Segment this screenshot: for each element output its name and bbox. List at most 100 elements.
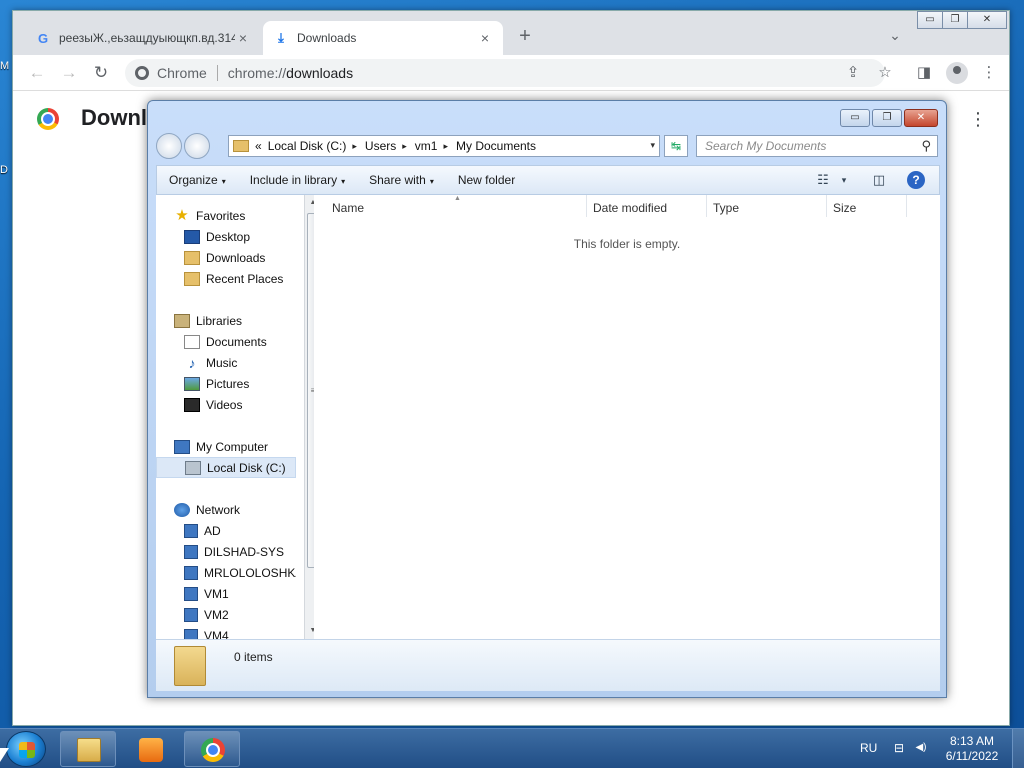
show-desktop-button[interactable] [1012, 729, 1024, 768]
scrollbar-thumb[interactable]: ≡ [307, 213, 314, 568]
breadcrumb-local-disk[interactable]: Local Disk (C:) [268, 139, 347, 153]
tab-search-icon[interactable]: ⌄ [885, 27, 905, 47]
close-button[interactable]: ✕ [967, 11, 1007, 29]
nav-item-documents[interactable]: Documents [156, 331, 296, 352]
column-divider[interactable] [826, 195, 827, 217]
column-divider[interactable] [586, 195, 587, 217]
taskbar-explorer-button[interactable] [60, 731, 116, 767]
share-with-button[interactable]: Share with ▾ [357, 173, 446, 187]
column-divider[interactable] [706, 195, 707, 217]
nav-item-network-computer[interactable]: MRLOLOLOSHKA [156, 562, 296, 583]
nav-favorites[interactable]: ★ Favorites [156, 205, 296, 226]
network-computer-icon [184, 607, 198, 622]
taskbar-media-player-button[interactable] [122, 731, 178, 767]
nav-item-recent-places[interactable]: Recent Places [156, 268, 296, 289]
address-dropdown-icon[interactable]: ▾ [650, 140, 655, 151]
help-icon[interactable]: ? [907, 171, 925, 189]
refresh-button[interactable]: ↹ [664, 135, 688, 157]
folder-icon [174, 646, 206, 686]
close-button[interactable]: ✕ [904, 109, 938, 127]
nav-item-network-computer[interactable]: VM2 [156, 604, 296, 625]
back-icon[interactable]: ← [25, 61, 49, 85]
column-divider[interactable] [906, 195, 907, 217]
chrome-tab-downloads[interactable]: ⤓ Downloads × [263, 21, 503, 55]
nav-label: Local Disk (C:) [207, 460, 286, 475]
forward-icon[interactable]: → [57, 61, 81, 85]
nav-network[interactable]: Network [156, 499, 296, 520]
nav-label: VM1 [204, 586, 229, 601]
nav-item-videos[interactable]: Videos [156, 394, 296, 415]
new-folder-button[interactable]: New folder [446, 173, 527, 187]
taskbar-chrome-button[interactable] [184, 731, 240, 767]
documents-icon [184, 334, 200, 349]
column-type[interactable]: Type [713, 201, 739, 215]
reload-icon[interactable]: ↻ [89, 61, 113, 85]
share-icon[interactable]: ⇪ [843, 63, 863, 83]
search-input[interactable]: Search My Documents ⚲ [696, 135, 938, 157]
tab-close-icon[interactable]: × [477, 30, 493, 46]
network-computer-icon [184, 544, 198, 559]
system-clock[interactable]: 8:13 AM 6/11/2022 [940, 734, 1004, 764]
google-icon: G [37, 30, 49, 46]
breadcrumb-overflow[interactable]: « [255, 139, 262, 153]
include-in-library-button[interactable]: Include in library ▾ [238, 173, 357, 187]
column-size[interactable]: Size [833, 201, 856, 215]
scroll-up-icon[interactable]: ▲ [305, 195, 314, 211]
scroll-down-icon[interactable]: ▼ [305, 623, 314, 639]
minimize-button[interactable]: ▭ [840, 109, 870, 127]
nav-item-network-computer[interactable]: AD [156, 520, 296, 541]
breadcrumb-my-documents[interactable]: My Documents [456, 139, 536, 153]
chrome-tab-search[interactable]: G реезыЖ.,еьзащдуыющкп.вд.314 × [25, 21, 261, 55]
new-tab-button[interactable]: + [513, 25, 537, 49]
nav-my-computer[interactable]: My Computer [156, 436, 296, 457]
url-host: downloads [286, 65, 354, 81]
nav-item-network-computer[interactable]: VM1 [156, 583, 296, 604]
preview-pane-icon[interactable]: ◫ [869, 170, 889, 190]
address-breadcrumb[interactable]: « Local Disk (C:) ▸ Users ▸ vm1 ▸ My Doc… [228, 135, 660, 157]
breadcrumb-arrow-icon[interactable]: ▸ [443, 141, 448, 152]
chrome-menu-icon[interactable]: ⋮ [979, 63, 999, 83]
nav-item-desktop[interactable]: Desktop [156, 226, 296, 247]
nav-item-network-computer[interactable]: VM4 [156, 625, 296, 639]
restore-button[interactable]: ❐ [942, 11, 968, 29]
folder-icon [233, 140, 249, 152]
maximize-button[interactable]: ❐ [872, 109, 902, 127]
language-indicator[interactable]: RU [860, 741, 877, 755]
explorer-window: ▭ ❐ ✕ « Local Disk (C:) ▸ Users ▸ vm1 ▸ … [147, 100, 947, 698]
downloads-folder-icon [184, 250, 200, 265]
nav-label: Documents [206, 334, 267, 349]
minimize-button[interactable]: ▭ [917, 11, 943, 29]
navigation-scrollbar[interactable]: ▲ ≡ ▼ [304, 195, 314, 639]
breadcrumb-users[interactable]: Users [365, 139, 396, 153]
view-options-chevron-icon[interactable]: ▾ [837, 170, 851, 190]
breadcrumb-arrow-icon[interactable]: ▸ [402, 141, 407, 152]
page-menu-icon[interactable]: ⋮ [969, 109, 987, 130]
breadcrumb-vm1[interactable]: vm1 [415, 139, 438, 153]
nav-item-network-computer[interactable]: DILSHAD-SYS [156, 541, 296, 562]
volume-icon[interactable]: ◀) [912, 741, 930, 755]
chrome-tab-strip: G реезыЖ.,еьзащдуыющкп.вд.314 × ⤓ Downlo… [13, 11, 1009, 55]
nav-libraries[interactable]: Libraries [156, 310, 296, 331]
side-panel-icon[interactable]: ◨ [914, 63, 934, 83]
bookmark-star-icon[interactable]: ☆ [875, 63, 895, 83]
address-bar[interactable]: Chrome chrome://downloads [125, 59, 885, 87]
nav-item-music[interactable]: ♪ Music [156, 352, 296, 373]
profile-avatar[interactable] [946, 62, 968, 84]
download-icon: ⤓ [278, 30, 284, 45]
forward-orb-button[interactable] [184, 133, 210, 159]
nav-item-pictures[interactable]: Pictures [156, 373, 296, 394]
column-name[interactable]: Name [332, 201, 364, 215]
nav-item-local-disk[interactable]: Local Disk (C:) [156, 457, 296, 478]
view-options-icon[interactable]: ☷ [813, 170, 833, 190]
breadcrumb-arrow-icon[interactable]: ▸ [352, 141, 357, 152]
nav-item-downloads[interactable]: Downloads [156, 247, 296, 268]
tab-close-icon[interactable]: × [235, 30, 251, 46]
network-status-icon[interactable]: ⊟ [892, 741, 906, 755]
column-date-modified[interactable]: Date modified [593, 201, 667, 215]
search-icon[interactable]: ⚲ [921, 138, 931, 154]
organize-button[interactable]: Organize ▾ [157, 173, 238, 187]
chrome-icon [201, 738, 225, 762]
url-scheme: chrome:// [227, 65, 287, 81]
start-button[interactable] [6, 731, 46, 767]
back-orb-button[interactable] [156, 133, 182, 159]
